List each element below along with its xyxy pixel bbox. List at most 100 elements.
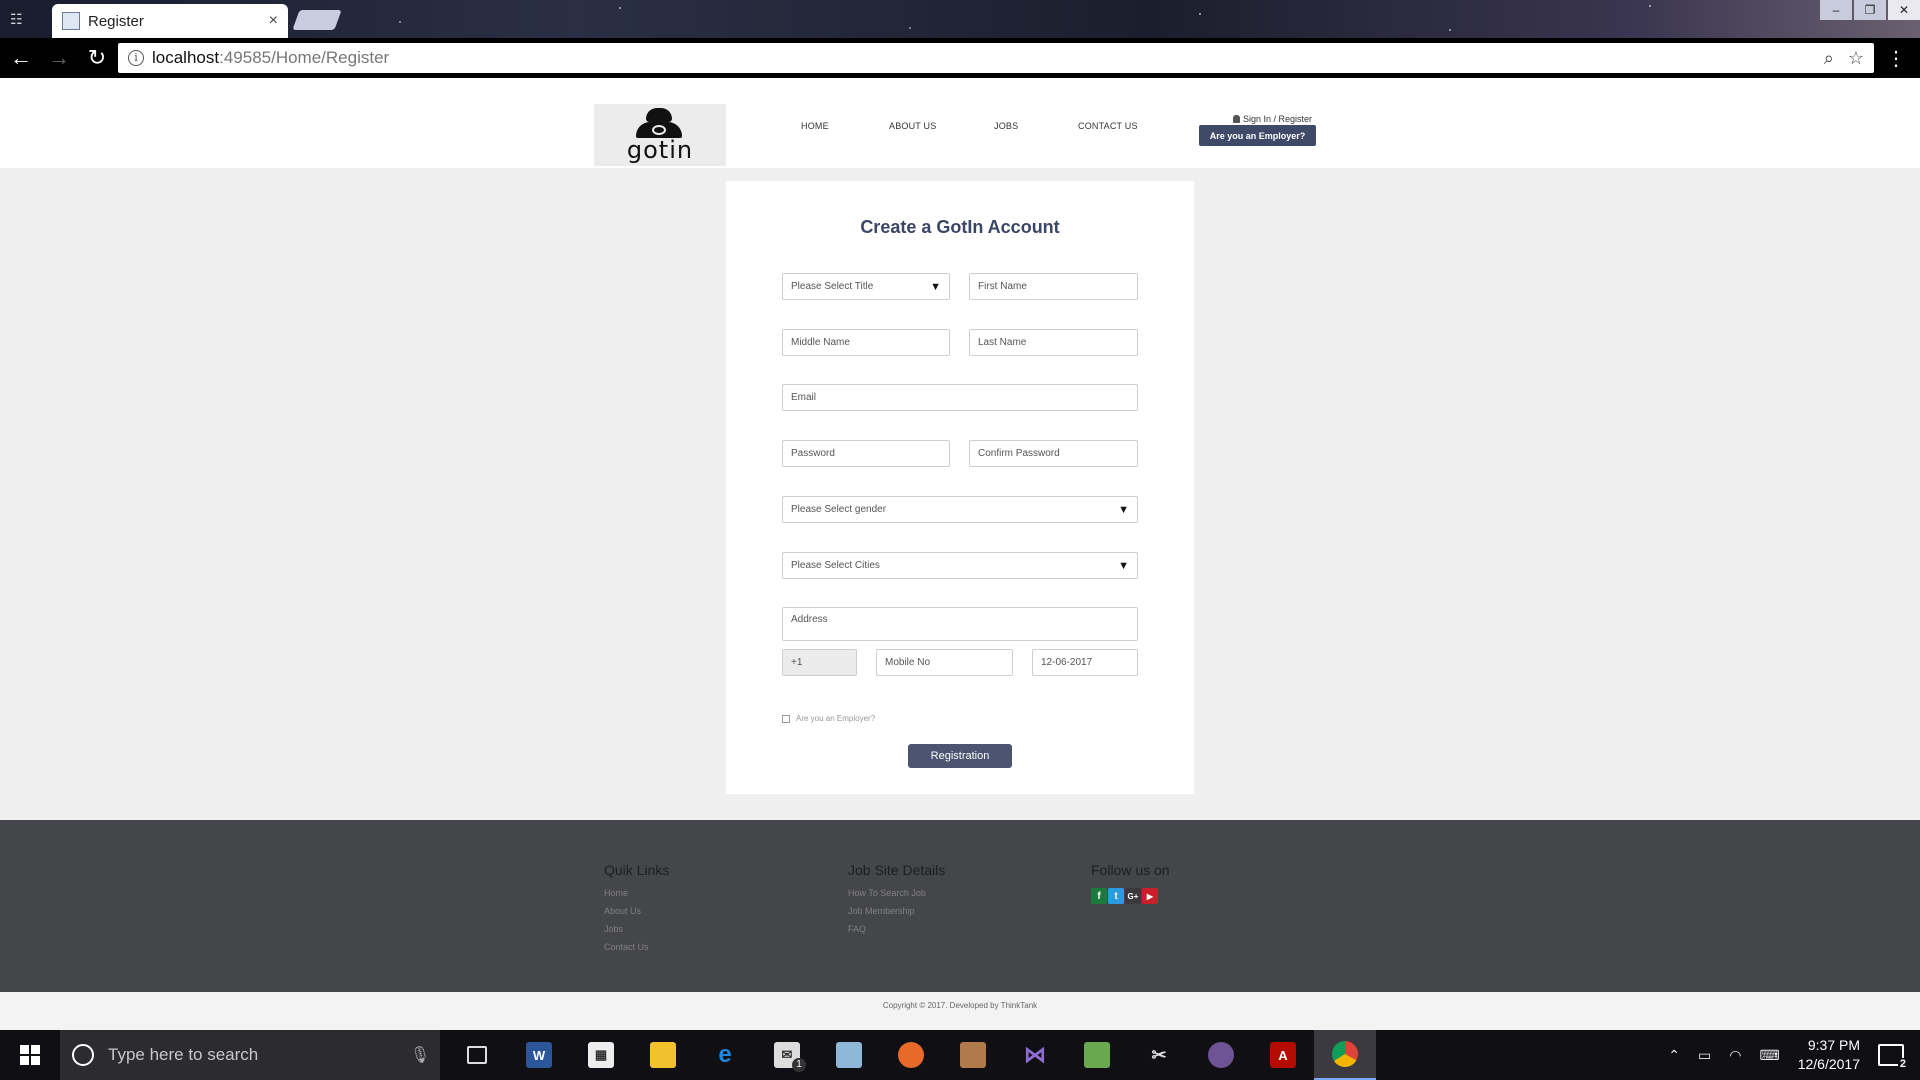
- store-icon: ▦: [588, 1042, 614, 1068]
- taskbar-edge[interactable]: e: [694, 1030, 756, 1080]
- main-nav: HOME ABOUT US JOBS CONTACT US: [0, 121, 1920, 135]
- taskbar-app-9[interactable]: [942, 1030, 1004, 1080]
- nav-contact-us[interactable]: CONTACT US: [1078, 121, 1138, 131]
- chevron-down-icon: ▼: [930, 280, 941, 293]
- taskbar-word[interactable]: W: [508, 1030, 570, 1080]
- start-button[interactable]: [0, 1030, 60, 1080]
- social-icons: f t G+ ▶: [1091, 888, 1170, 904]
- restore-button[interactable]: ❐: [1854, 0, 1886, 20]
- footer-link-membership[interactable]: Job Membership: [848, 906, 945, 916]
- taskbar-apps: W ▦ e ✉ 1 ⋈ ✂ A: [446, 1030, 1376, 1080]
- facebook-icon[interactable]: f: [1091, 888, 1107, 904]
- forward-arrow-icon[interactable]: →: [42, 41, 76, 75]
- site-info-icon[interactable]: i: [128, 50, 144, 66]
- nav-about-us[interactable]: ABOUT US: [889, 121, 936, 131]
- browser-menu-icon[interactable]: ⋮: [1886, 46, 1906, 71]
- taskbar-app-11[interactable]: [1066, 1030, 1128, 1080]
- wifi-icon[interactable]: ◠: [1729, 1047, 1741, 1064]
- taskbar-store[interactable]: ▦: [570, 1030, 632, 1080]
- taskbar-app-12[interactable]: ✂: [1128, 1030, 1190, 1080]
- chevron-down-icon: ▼: [1118, 503, 1129, 516]
- mobile-input[interactable]: Mobile No: [876, 649, 1013, 676]
- footer-link-about[interactable]: About Us: [604, 906, 669, 916]
- taskbar-github[interactable]: [1190, 1030, 1252, 1080]
- gotin-logo[interactable]: gotin: [594, 104, 726, 166]
- tab-menu-icon[interactable]: ☷: [10, 11, 30, 27]
- task-view-icon: [467, 1046, 487, 1064]
- action-center-icon[interactable]: 2: [1878, 1044, 1908, 1070]
- bookmark-star-icon[interactable]: ☆: [1848, 48, 1864, 69]
- footer-link-home[interactable]: Home: [604, 888, 669, 898]
- task-view-button[interactable]: [446, 1030, 508, 1080]
- new-tab-button[interactable]: [292, 10, 342, 30]
- employer-checkbox[interactable]: [782, 714, 790, 723]
- employer-checkbox-row[interactable]: Are you an Employer?: [782, 714, 875, 723]
- registration-card: Create a GotIn Account Please Select Tit…: [726, 181, 1194, 794]
- email-input[interactable]: Email: [782, 384, 1138, 411]
- close-window-button[interactable]: ✕: [1888, 0, 1920, 20]
- taskbar-app-7[interactable]: [818, 1030, 880, 1080]
- country-code-input: +1: [782, 649, 857, 676]
- firefox-icon: [898, 1042, 924, 1068]
- employer-button[interactable]: Are you an Employer?: [1199, 125, 1316, 146]
- zoom-icon[interactable]: ⌕: [1824, 48, 1834, 69]
- window-controls: – ❐ ✕: [1818, 0, 1920, 20]
- footer-link-search-job[interactable]: How To Search Job: [848, 888, 945, 898]
- visual-studio-icon: ⋈: [1024, 1042, 1046, 1067]
- reload-icon[interactable]: ↻: [80, 41, 114, 75]
- minimize-button[interactable]: –: [1820, 0, 1852, 20]
- site-footer: Quik Links Home About Us Jobs Contact Us…: [0, 820, 1920, 992]
- microphone-icon[interactable]: 🎙: [400, 1045, 440, 1065]
- confirm-password-input[interactable]: Confirm Password: [969, 440, 1138, 467]
- footer-link-faq[interactable]: FAQ: [848, 924, 945, 934]
- gender-select[interactable]: Please Select gender ▼: [782, 496, 1138, 523]
- nav-jobs[interactable]: JOBS: [994, 121, 1018, 131]
- footer-follow-us: Follow us on f t G+ ▶: [1091, 862, 1170, 904]
- taskbar-acrobat[interactable]: A: [1252, 1030, 1314, 1080]
- chrome-icon: [1332, 1041, 1358, 1067]
- user-icon: [1233, 115, 1240, 123]
- taskbar-firefox[interactable]: [880, 1030, 942, 1080]
- windows-taskbar: Type here to search 🎙 W ▦ e ✉ 1 ⋈ ✂ A ⌃ …: [0, 1030, 1920, 1080]
- password-input[interactable]: Password: [782, 440, 950, 467]
- battery-icon[interactable]: ▭: [1698, 1047, 1711, 1064]
- chevron-down-icon: ▼: [1118, 559, 1129, 572]
- google-plus-icon[interactable]: G+: [1125, 888, 1141, 904]
- taskbar-search[interactable]: Type here to search 🎙: [60, 1030, 440, 1080]
- taskbar-mail[interactable]: ✉ 1: [756, 1030, 818, 1080]
- github-icon: [1208, 1042, 1234, 1068]
- taskbar-chrome[interactable]: [1314, 1030, 1376, 1080]
- app-icon: [836, 1042, 862, 1068]
- chevron-up-icon[interactable]: ⌃: [1668, 1047, 1680, 1064]
- footer-quick-links: Quik Links Home About Us Jobs Contact Us: [604, 862, 669, 960]
- browser-tab-register[interactable]: Register ×: [52, 4, 288, 38]
- registration-button[interactable]: Registration: [908, 744, 1012, 768]
- footer-link-contact[interactable]: Contact Us: [604, 942, 669, 952]
- system-tray: ⌃ ▭ ◠ ⌨ 9:37 PM 12/6/2017 2: [1668, 1036, 1920, 1074]
- first-name-input[interactable]: First Name: [969, 273, 1138, 300]
- clock[interactable]: 9:37 PM 12/6/2017: [1798, 1036, 1860, 1074]
- twitter-icon[interactable]: t: [1108, 888, 1124, 904]
- word-icon: W: [526, 1042, 552, 1068]
- logo-head-shape: [646, 108, 672, 122]
- tab-close-icon[interactable]: ×: [269, 12, 278, 30]
- keyboard-icon[interactable]: ⌨: [1759, 1047, 1779, 1064]
- back-arrow-icon[interactable]: ←: [4, 41, 38, 75]
- title-select[interactable]: Please Select Title ▼: [782, 273, 950, 300]
- youtube-icon[interactable]: ▶: [1142, 888, 1158, 904]
- browser-tab-strip: ☷ Register × – ❐ ✕: [0, 0, 1920, 38]
- footer-link-jobs[interactable]: Jobs: [604, 924, 669, 934]
- employer-checkbox-label: Are you an Employer?: [796, 714, 876, 723]
- date-input[interactable]: 12-06-2017: [1032, 649, 1138, 676]
- clock-date: 12/6/2017: [1797, 1056, 1860, 1072]
- cities-select[interactable]: Please Select Cities ▼: [782, 552, 1138, 579]
- address-textarea[interactable]: Address: [782, 607, 1138, 641]
- nav-home[interactable]: HOME: [801, 121, 829, 131]
- signin-label: Sign In / Register: [1243, 114, 1313, 124]
- taskbar-visual-studio[interactable]: ⋈: [1004, 1030, 1066, 1080]
- address-bar[interactable]: i localhost:49585/Home/Register ⌕ ☆: [118, 43, 1874, 73]
- taskbar-file-explorer[interactable]: [632, 1030, 694, 1080]
- last-name-input[interactable]: Last Name: [969, 329, 1138, 356]
- middle-name-input[interactable]: Middle Name: [782, 329, 950, 356]
- signin-register-link[interactable]: Sign In / Register: [1233, 114, 1312, 124]
